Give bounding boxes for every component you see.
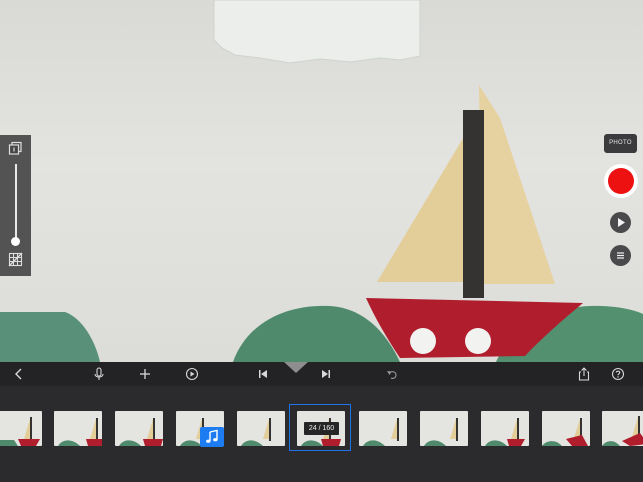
menu-button[interactable] xyxy=(610,245,631,266)
frame-thumbnail[interactable] xyxy=(237,411,285,446)
add-icon[interactable] xyxy=(137,366,153,382)
layers-icon[interactable] xyxy=(8,141,23,156)
skip-to-end-icon[interactable] xyxy=(318,366,334,382)
play-button[interactable] xyxy=(610,212,631,233)
back-icon[interactable] xyxy=(11,366,27,382)
paper-cloud xyxy=(213,0,421,64)
playhead-marker xyxy=(284,362,308,373)
undo-icon[interactable] xyxy=(384,366,400,382)
scene-background xyxy=(0,0,643,362)
porthole-right xyxy=(465,328,491,354)
frame-thumbnail[interactable] xyxy=(115,411,163,446)
frame-thumbnail[interactable] xyxy=(54,411,102,446)
hill-left xyxy=(0,312,100,362)
music-note-icon xyxy=(206,429,218,443)
frame-thumbnail[interactable] xyxy=(0,411,42,446)
share-icon[interactable] xyxy=(576,366,592,382)
boat-mast xyxy=(463,110,484,298)
record-dot xyxy=(608,168,634,194)
frame-thumbnail[interactable] xyxy=(420,411,468,446)
sail-right xyxy=(479,85,555,284)
editing-toolbar xyxy=(0,362,643,386)
photo-mode-button[interactable]: PHOTO xyxy=(604,134,637,153)
grid-off-icon[interactable] xyxy=(8,252,23,267)
skip-to-start-icon[interactable] xyxy=(255,366,271,382)
menu-icon xyxy=(617,252,624,259)
help-icon[interactable] xyxy=(610,366,626,382)
porthole-left xyxy=(410,328,436,354)
onion-skin-slider-handle[interactable] xyxy=(11,237,20,246)
onion-skin-slider-track[interactable] xyxy=(15,164,17,240)
timer-icon[interactable] xyxy=(184,366,200,382)
frame-thumbnail[interactable] xyxy=(359,411,407,446)
sail-left xyxy=(377,135,465,282)
microphone-icon[interactable] xyxy=(91,366,107,382)
record-button[interactable] xyxy=(604,164,638,198)
play-icon xyxy=(618,218,625,227)
audio-track-badge[interactable] xyxy=(200,427,224,447)
camera-viewfinder xyxy=(0,0,643,362)
frame-counter: 24 / 160 xyxy=(304,422,339,435)
frame-thumbnail[interactable] xyxy=(481,411,529,446)
stop-motion-app: PHOTO 24 / 160 xyxy=(0,0,643,482)
frame-thumbnail[interactable] xyxy=(542,411,590,446)
frame-thumbnail[interactable] xyxy=(602,411,643,446)
